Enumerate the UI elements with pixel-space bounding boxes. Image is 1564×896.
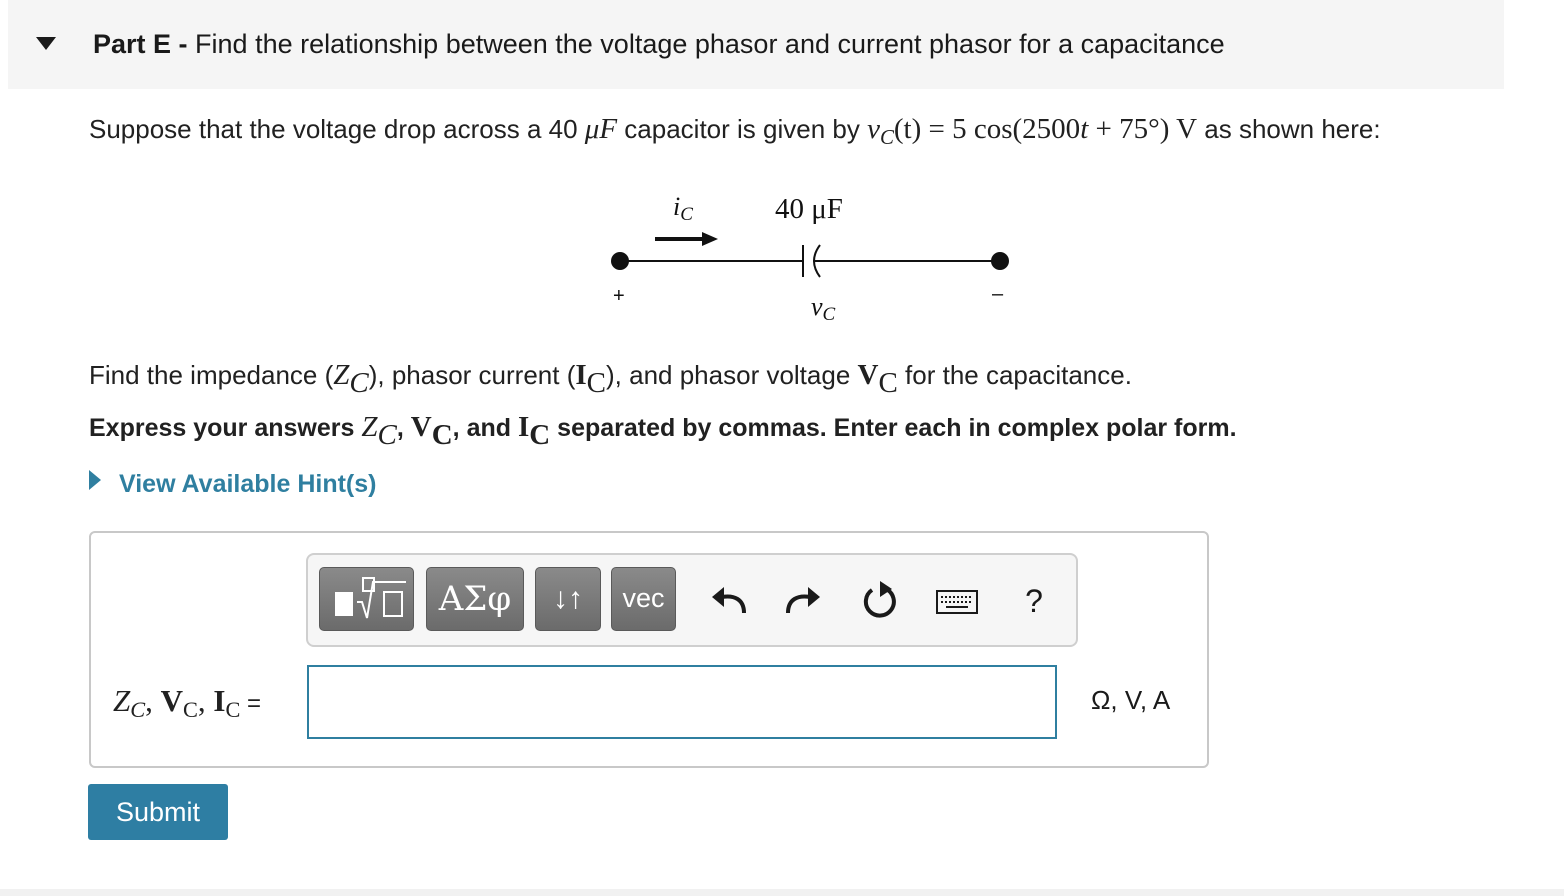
submit-button[interactable]: Submit — [88, 784, 228, 840]
caret-right-icon — [89, 470, 101, 490]
part-label: Part E - — [93, 29, 196, 59]
view-hints-link[interactable]: View Available Hint(s) — [89, 470, 376, 499]
bottom-divider — [0, 889, 1564, 896]
current-arrow-head — [702, 232, 718, 246]
answer-panel: ΑΣφ ↓↑ vec ? ZC, VC, IC = Ω, V, A — [89, 531, 1209, 768]
problem-statement: Suppose that the voltage drop across a 4… — [89, 113, 1381, 149]
reset-icon[interactable] — [854, 573, 904, 629]
templates-button[interactable] — [319, 567, 414, 631]
plus-sign: + — [613, 285, 625, 307]
voltage-label: vC — [811, 292, 836, 325]
answer-instruction: Express your answers ZC, VC, and IC sepa… — [89, 411, 1237, 452]
part-title-text: Find the relationship between the voltag… — [195, 29, 1225, 59]
math-toolbar: ΑΣφ ↓↑ vec ? — [306, 553, 1078, 647]
current-label: iC — [673, 192, 693, 225]
part-title: Part E - Find the relationship between t… — [93, 29, 1225, 60]
answer-units: Ω, V, A — [1091, 685, 1171, 715]
undo-icon[interactable] — [704, 573, 754, 629]
greek-symbols-button[interactable]: ΑΣφ — [426, 567, 524, 631]
instruction-text: Find the impedance (ZC), phasor current … — [89, 359, 1132, 400]
capacitance-unit: μF — [584, 113, 618, 145]
help-button[interactable]: ? — [1009, 573, 1059, 629]
answer-label: ZC, VC, IC = — [113, 683, 262, 723]
voltage-equation: vC(t) = 5 cos(2500t + 75°) V — [867, 113, 1198, 149]
subscript-superscript-button[interactable]: ↓↑ — [535, 567, 601, 631]
minus-sign: – — [992, 283, 1004, 305]
answer-input[interactable] — [307, 665, 1057, 739]
capacitor-circuit-diagram: iC 40 μF vC + – — [611, 192, 1009, 325]
keyboard-icon[interactable] — [932, 573, 982, 629]
templates-icon — [335, 577, 406, 619]
capacitance-label: 40 μF — [775, 193, 843, 225]
vector-button[interactable]: vec — [611, 567, 676, 631]
redo-icon[interactable] — [778, 573, 828, 629]
collapse-caret-icon[interactable] — [36, 37, 56, 50]
